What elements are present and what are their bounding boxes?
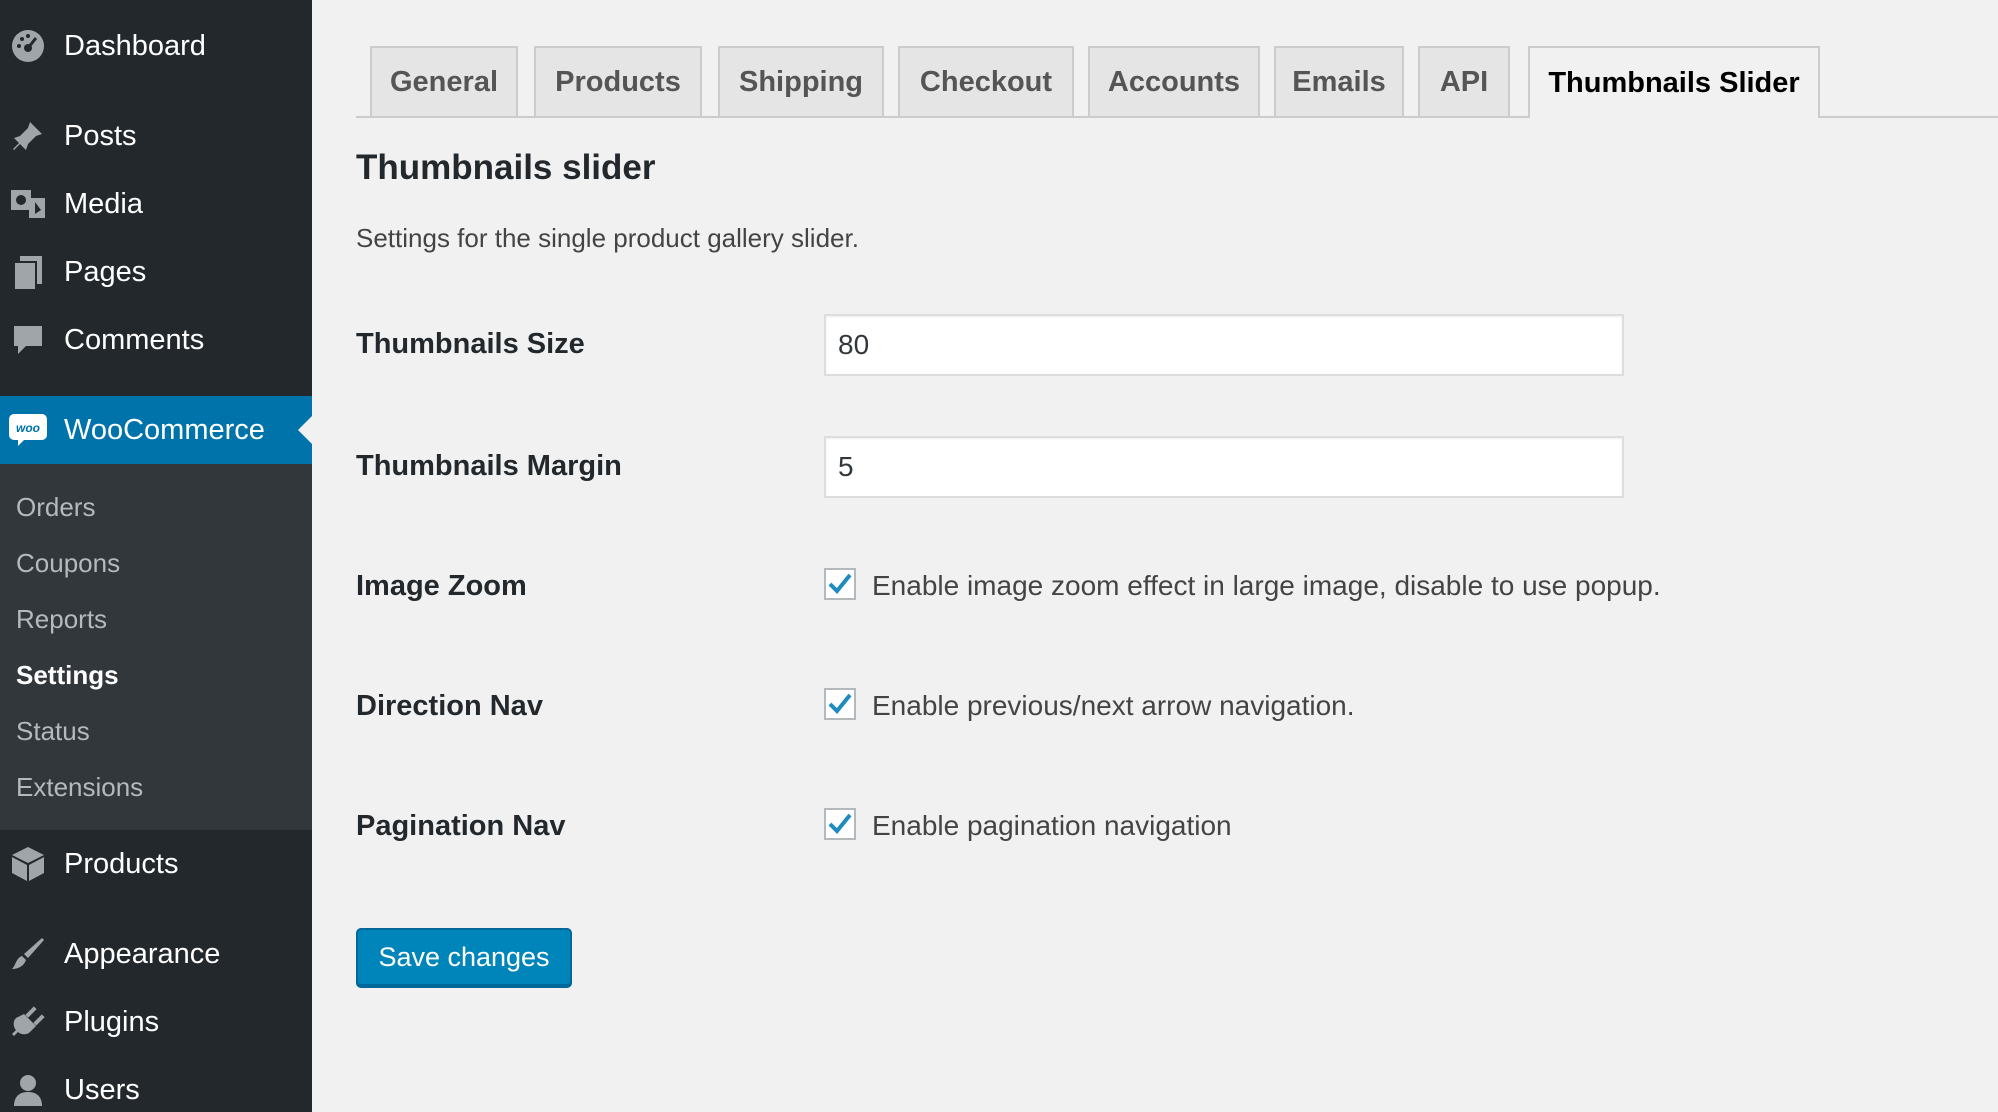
section-title: Thumbnails slider [356, 148, 656, 187]
thumbnails-size-label: Thumbnails Size [356, 328, 585, 360]
image-zoom-label: Image Zoom [356, 570, 527, 602]
tab-emails[interactable]: Emails [1274, 46, 1404, 116]
tab-general[interactable]: General [370, 46, 518, 116]
media-icon [8, 184, 48, 224]
admin-sidebar: Dashboard Posts Media Pages Comments woo… [0, 0, 312, 1112]
pagination-nav-checkbox[interactable] [824, 808, 856, 840]
submenu-item-coupons[interactable]: Coupons [16, 548, 120, 579]
direction-nav-checkbox[interactable] [824, 688, 856, 720]
tab-checkout[interactable]: Checkout [898, 46, 1074, 116]
thumbnails-margin-label: Thumbnails Margin [356, 450, 622, 482]
plug-icon [8, 1002, 48, 1042]
pagination-nav-description: Enable pagination navigation [872, 810, 1232, 841]
thumbnails-size-input[interactable] [824, 314, 1624, 376]
box-icon [8, 844, 48, 884]
thumbnails-margin-input[interactable] [824, 436, 1624, 498]
user-icon [8, 1070, 48, 1110]
save-changes-button[interactable]: Save changes [356, 928, 572, 986]
menu-label: Users [64, 1073, 140, 1106]
menu-item-products[interactable]: Products [0, 832, 312, 896]
menu-label: Dashboard [64, 29, 206, 62]
svg-text:woo: woo [16, 421, 40, 435]
checkmark-icon [828, 573, 852, 594]
tab-api[interactable]: API [1418, 46, 1510, 116]
menu-item-dashboard[interactable]: Dashboard [0, 14, 312, 78]
menu-label: Appearance [64, 937, 221, 970]
menu-label: Plugins [64, 1005, 160, 1038]
tab-accounts[interactable]: Accounts [1088, 46, 1260, 116]
submenu-item-settings[interactable]: Settings [16, 660, 119, 691]
checkmark-icon [828, 693, 852, 714]
menu-label: Posts [64, 119, 137, 152]
image-zoom-description: Enable image zoom effect in large image,… [872, 570, 1661, 601]
paintbrush-icon [8, 934, 48, 974]
submenu-item-status[interactable]: Status [16, 716, 90, 747]
menu-item-appearance[interactable]: Appearance [0, 922, 312, 986]
pages-icon [8, 252, 48, 292]
menu-item-pages[interactable]: Pages [0, 240, 312, 304]
menu-item-posts[interactable]: Posts [0, 104, 312, 168]
tab-thumbnails-slider[interactable]: Thumbnails Slider [1528, 46, 1820, 118]
dashboard-icon [8, 26, 48, 66]
direction-nav-description: Enable previous/next arrow navigation. [872, 690, 1355, 721]
woo-icon: woo [8, 410, 48, 450]
menu-label: Pages [64, 255, 147, 288]
woocommerce-submenu: Orders Coupons Reports Settings Status E… [0, 464, 312, 830]
menu-label: WooCommerce [64, 413, 265, 446]
menu-label: Comments [64, 323, 205, 356]
pagination-nav-label: Pagination Nav [356, 810, 566, 842]
menu-item-users[interactable]: Users [0, 1058, 312, 1112]
settings-tabs: General Products Shipping Checkout Accou… [356, 46, 1998, 118]
pin-icon [8, 116, 48, 156]
submenu-item-reports[interactable]: Reports [16, 604, 107, 635]
submenu-item-orders[interactable]: Orders [16, 492, 95, 523]
tab-shipping[interactable]: Shipping [718, 46, 884, 116]
menu-item-woocommerce[interactable]: woo WooCommerce [0, 396, 312, 464]
direction-nav-label: Direction Nav [356, 690, 543, 722]
tab-products[interactable]: Products [534, 46, 702, 116]
comment-icon [8, 320, 48, 360]
image-zoom-checkbox[interactable] [824, 568, 856, 600]
menu-item-plugins[interactable]: Plugins [0, 990, 312, 1054]
menu-item-media[interactable]: Media [0, 172, 312, 236]
checkmark-icon [828, 813, 852, 834]
section-description: Settings for the single product gallery … [356, 223, 859, 253]
menu-item-comments[interactable]: Comments [0, 308, 312, 372]
menu-label: Products [64, 847, 179, 880]
submenu-item-extensions[interactable]: Extensions [16, 772, 143, 803]
menu-label: Media [64, 187, 143, 220]
